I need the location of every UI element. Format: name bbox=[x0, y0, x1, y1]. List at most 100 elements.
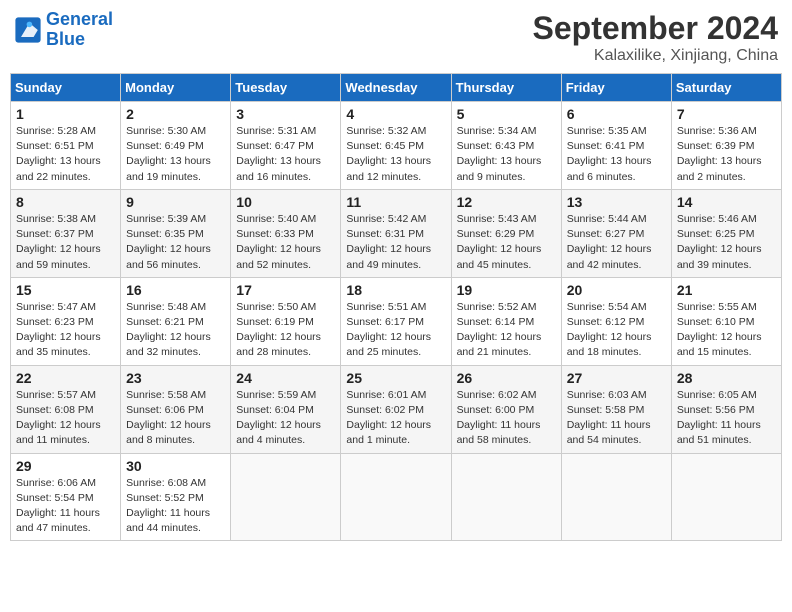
calendar-cell: 18 Sunrise: 5:51 AM Sunset: 6:17 PM Dayli… bbox=[341, 277, 451, 365]
day-number: 23 bbox=[126, 370, 225, 386]
day-number: 26 bbox=[457, 370, 556, 386]
calendar-cell: 5 Sunrise: 5:34 AM Sunset: 6:43 PM Daylig… bbox=[451, 102, 561, 190]
day-info: Sunrise: 5:47 AM Sunset: 6:23 PM Dayligh… bbox=[16, 300, 115, 361]
calendar-cell: 3Sunrise: 5:31 AM Sunset: 6:47 PM Daylig… bbox=[231, 102, 341, 190]
calendar-cell: 25 Sunrise: 6:01 AM Sunset: 6:02 PM Dayli… bbox=[341, 365, 451, 453]
day-number: 21 bbox=[677, 282, 776, 298]
calendar-cell: 1 Sunrise: 5:28 AM Sunset: 6:51 PM Daylig… bbox=[11, 102, 121, 190]
calendar-cell: 21 Sunrise: 5:55 AM Sunset: 6:10 PM Dayli… bbox=[671, 277, 781, 365]
calendar-cell: 23 Sunrise: 5:58 AM Sunset: 6:06 PM Dayli… bbox=[121, 365, 231, 453]
day-number: 27 bbox=[567, 370, 666, 386]
day-info: Sunrise: 5:57 AM Sunset: 6:08 PM Dayligh… bbox=[16, 388, 115, 449]
day-info: Sunrise: 5:54 AM Sunset: 6:12 PM Dayligh… bbox=[567, 300, 666, 361]
day-info: Sunrise: 5:50 AM Sunset: 6:19 PM Dayligh… bbox=[236, 300, 335, 361]
calendar-cell: 19 Sunrise: 5:52 AM Sunset: 6:14 PM Dayli… bbox=[451, 277, 561, 365]
calendar-cell: 30 Sunrise: 6:08 AM Sunset: 5:52 PM Dayli… bbox=[121, 453, 231, 541]
calendar-cell bbox=[231, 453, 341, 541]
day-info: Sunrise: 5:38 AM Sunset: 6:37 PM Dayligh… bbox=[16, 212, 115, 273]
day-number: 24 bbox=[236, 370, 335, 386]
day-number: 9 bbox=[126, 194, 225, 210]
day-number: 28 bbox=[677, 370, 776, 386]
calendar-cell: 16 Sunrise: 5:48 AM Sunset: 6:21 PM Dayli… bbox=[121, 277, 231, 365]
day-number: 11 bbox=[346, 194, 445, 210]
day-info: Sunrise: 5:59 AM Sunset: 6:04 PM Dayligh… bbox=[236, 388, 335, 449]
day-number: 20 bbox=[567, 282, 666, 298]
day-info: Sunrise: 5:58 AM Sunset: 6:06 PM Dayligh… bbox=[126, 388, 225, 449]
location-title: Kalaxilike, Xinjiang, China bbox=[533, 47, 778, 65]
day-info: Sunrise: 5:42 AM Sunset: 6:31 PM Dayligh… bbox=[346, 212, 445, 273]
logo: General Blue bbox=[14, 10, 113, 50]
day-info: Sunrise: 5:32 AM Sunset: 6:45 PM Dayligh… bbox=[346, 124, 445, 185]
day-info: Sunrise: 5:55 AM Sunset: 6:10 PM Dayligh… bbox=[677, 300, 776, 361]
calendar-cell: 12Sunrise: 5:43 AM Sunset: 6:29 PM Dayli… bbox=[451, 189, 561, 277]
day-info: Sunrise: 6:02 AM Sunset: 6:00 PM Dayligh… bbox=[457, 388, 556, 449]
day-number: 1 bbox=[16, 106, 115, 122]
day-number: 19 bbox=[457, 282, 556, 298]
title-area: September 2024 Kalaxilike, Xinjiang, Chi… bbox=[533, 10, 778, 65]
calendar-cell: 26 Sunrise: 6:02 AM Sunset: 6:00 PM Dayli… bbox=[451, 365, 561, 453]
calendar-cell: 4 Sunrise: 5:32 AM Sunset: 6:45 PM Daylig… bbox=[341, 102, 451, 190]
calendar-cell: 29 Sunrise: 6:06 AM Sunset: 5:54 PM Dayli… bbox=[11, 453, 121, 541]
day-info: Sunrise: 5:34 AM Sunset: 6:43 PM Dayligh… bbox=[457, 124, 556, 185]
day-number: 14 bbox=[677, 194, 776, 210]
day-header: Sunday bbox=[11, 74, 121, 102]
calendar-cell: 24 Sunrise: 5:59 AM Sunset: 6:04 PM Dayli… bbox=[231, 365, 341, 453]
day-info: Sunrise: 5:51 AM Sunset: 6:17 PM Dayligh… bbox=[346, 300, 445, 361]
calendar-cell: 8 Sunrise: 5:38 AM Sunset: 6:37 PM Daylig… bbox=[11, 189, 121, 277]
day-info: Sunrise: 5:52 AM Sunset: 6:14 PM Dayligh… bbox=[457, 300, 556, 361]
day-number: 16 bbox=[126, 282, 225, 298]
day-number: 29 bbox=[16, 458, 115, 474]
day-number: 4 bbox=[346, 106, 445, 122]
day-info: Sunrise: 5:30 AM Sunset: 6:49 PM Dayligh… bbox=[126, 124, 225, 185]
calendar-cell bbox=[341, 453, 451, 541]
day-number: 25 bbox=[346, 370, 445, 386]
day-number: 8 bbox=[16, 194, 115, 210]
day-info: Sunrise: 5:36 AM Sunset: 6:39 PM Dayligh… bbox=[677, 124, 776, 185]
day-info: Sunrise: 6:06 AM Sunset: 5:54 PM Dayligh… bbox=[16, 476, 115, 537]
day-number: 7 bbox=[677, 106, 776, 122]
calendar-cell: 9 Sunrise: 5:39 AM Sunset: 6:35 PM Daylig… bbox=[121, 189, 231, 277]
day-info: Sunrise: 5:46 AM Sunset: 6:25 PM Dayligh… bbox=[677, 212, 776, 273]
day-number: 15 bbox=[16, 282, 115, 298]
day-header: Tuesday bbox=[231, 74, 341, 102]
calendar: SundayMondayTuesdayWednesdayThursdayFrid… bbox=[10, 73, 782, 541]
calendar-cell: 27 Sunrise: 6:03 AM Sunset: 5:58 PM Dayli… bbox=[561, 365, 671, 453]
day-header: Thursday bbox=[451, 74, 561, 102]
day-info: Sunrise: 5:28 AM Sunset: 6:51 PM Dayligh… bbox=[16, 124, 115, 185]
calendar-cell: 7 Sunrise: 5:36 AM Sunset: 6:39 PM Daylig… bbox=[671, 102, 781, 190]
day-number: 17 bbox=[236, 282, 335, 298]
calendar-cell: 20 Sunrise: 5:54 AM Sunset: 6:12 PM Dayli… bbox=[561, 277, 671, 365]
day-info: Sunrise: 6:01 AM Sunset: 6:02 PM Dayligh… bbox=[346, 388, 445, 449]
day-number: 13 bbox=[567, 194, 666, 210]
day-number: 18 bbox=[346, 282, 445, 298]
day-header: Monday bbox=[121, 74, 231, 102]
calendar-cell: 15 Sunrise: 5:47 AM Sunset: 6:23 PM Dayli… bbox=[11, 277, 121, 365]
day-header: Wednesday bbox=[341, 74, 451, 102]
day-number: 3 bbox=[236, 106, 335, 122]
day-info: Sunrise: 6:03 AM Sunset: 5:58 PM Dayligh… bbox=[567, 388, 666, 449]
logo-icon bbox=[14, 16, 42, 44]
day-number: 30 bbox=[126, 458, 225, 474]
calendar-cell bbox=[451, 453, 561, 541]
calendar-cell: 11 Sunrise: 5:42 AM Sunset: 6:31 PM Dayli… bbox=[341, 189, 451, 277]
day-info: Sunrise: 6:08 AM Sunset: 5:52 PM Dayligh… bbox=[126, 476, 225, 537]
month-title: September 2024 bbox=[533, 10, 778, 47]
day-info: Sunrise: 5:48 AM Sunset: 6:21 PM Dayligh… bbox=[126, 300, 225, 361]
day-info: Sunrise: 5:44 AM Sunset: 6:27 PM Dayligh… bbox=[567, 212, 666, 273]
calendar-cell: 10Sunrise: 5:40 AM Sunset: 6:33 PM Dayli… bbox=[231, 189, 341, 277]
day-header: Saturday bbox=[671, 74, 781, 102]
day-info: Sunrise: 5:35 AM Sunset: 6:41 PM Dayligh… bbox=[567, 124, 666, 185]
calendar-cell: 17 Sunrise: 5:50 AM Sunset: 6:19 PM Dayli… bbox=[231, 277, 341, 365]
calendar-cell bbox=[561, 453, 671, 541]
calendar-cell: 13 Sunrise: 5:44 AM Sunset: 6:27 PM Dayli… bbox=[561, 189, 671, 277]
day-number: 10 bbox=[236, 194, 335, 210]
calendar-cell bbox=[671, 453, 781, 541]
day-header: Friday bbox=[561, 74, 671, 102]
calendar-cell: 14 Sunrise: 5:46 AM Sunset: 6:25 PM Dayli… bbox=[671, 189, 781, 277]
day-number: 5 bbox=[457, 106, 556, 122]
day-number: 6 bbox=[567, 106, 666, 122]
day-info: Sunrise: 6:05 AM Sunset: 5:56 PM Dayligh… bbox=[677, 388, 776, 449]
header: General Blue September 2024 Kalaxilike, … bbox=[10, 10, 782, 65]
calendar-cell: 6 Sunrise: 5:35 AM Sunset: 6:41 PM Daylig… bbox=[561, 102, 671, 190]
day-info: Sunrise: 5:39 AM Sunset: 6:35 PM Dayligh… bbox=[126, 212, 225, 273]
